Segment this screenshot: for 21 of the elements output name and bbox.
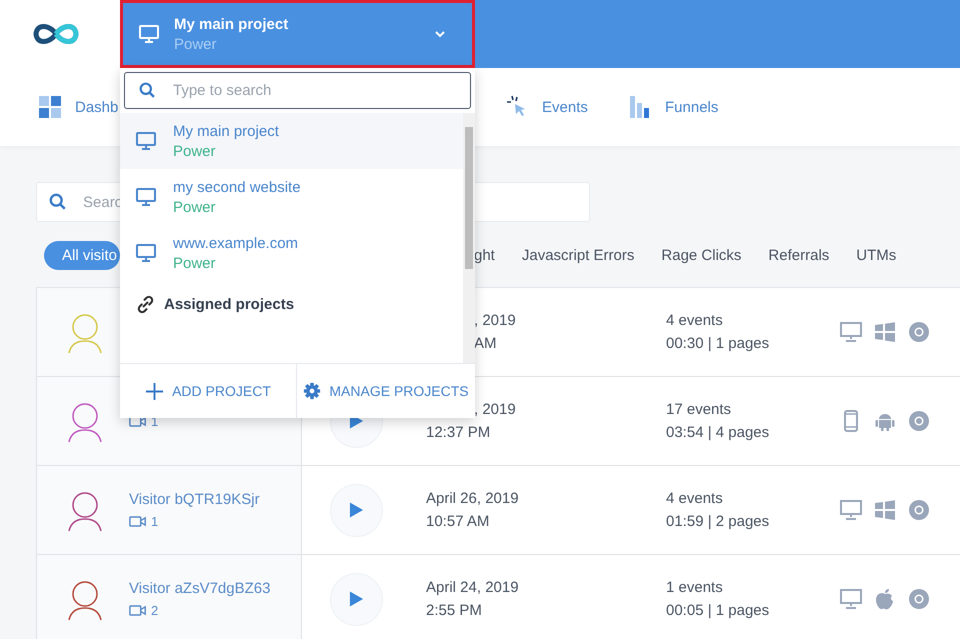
session-time: AM	[473, 335, 498, 352]
event-count: 4 events	[666, 490, 724, 507]
session-duration: 01:59 | 2 pages	[666, 513, 770, 530]
event-count: 1 events	[666, 579, 724, 596]
recording-count: 2	[151, 603, 158, 618]
session-time: 2:55 PM	[426, 602, 483, 619]
session-date: , 2019	[473, 312, 517, 329]
session-duration: 03:54 | 4 pages	[666, 424, 770, 441]
session-duration: 00:30 | 1 pages	[666, 335, 770, 352]
event-count: 4 events	[666, 312, 724, 329]
section-heading: Assigned projects	[164, 296, 294, 313]
session-time: 10:57 AM	[426, 513, 490, 530]
session-date: April 26, 2019	[426, 490, 520, 507]
project-plan: Power	[174, 36, 218, 52]
event-count: 17 events	[666, 401, 732, 418]
session-duration: 00:05 | 1 pages	[666, 602, 770, 619]
session-date: April 24, 2019	[426, 579, 520, 596]
recording-count: 1	[151, 514, 158, 529]
session-time: 12:37 PM	[426, 424, 492, 441]
session-date: , 2019	[473, 401, 517, 418]
project-name: My main project	[174, 16, 290, 32]
